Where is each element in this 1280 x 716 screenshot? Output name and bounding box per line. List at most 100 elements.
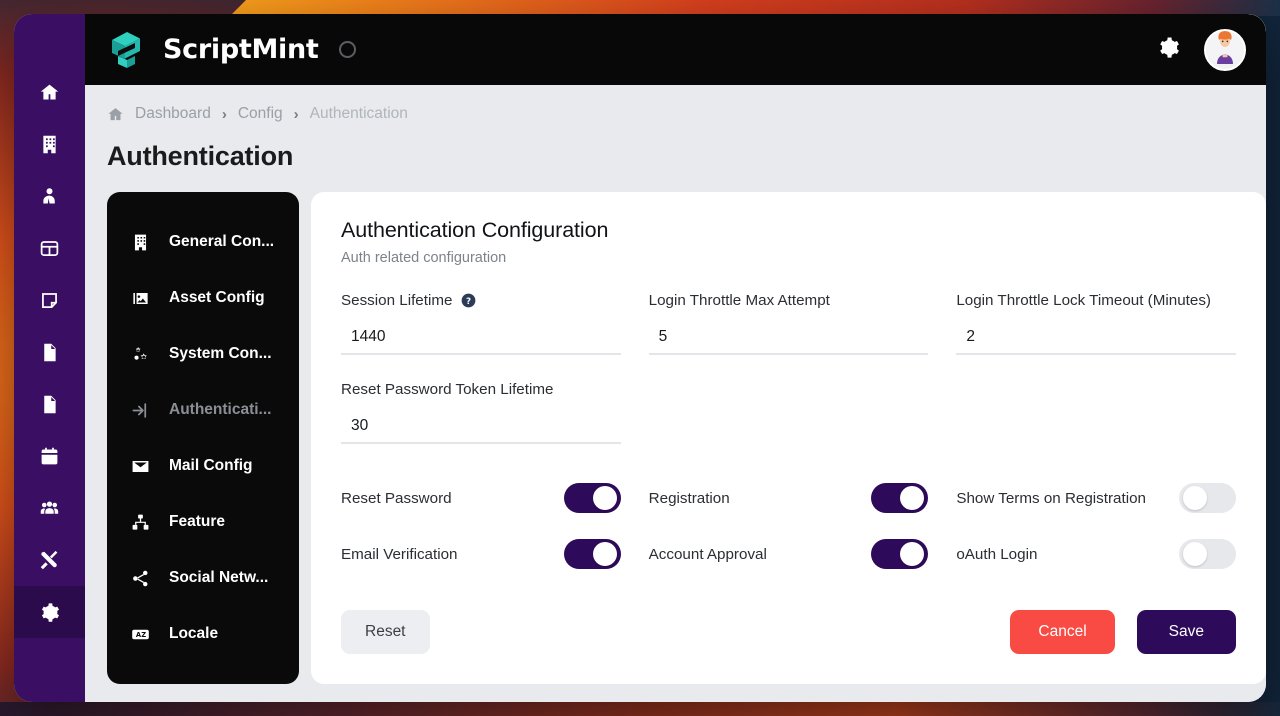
field-label: Login Throttle Lock Timeout (Minutes) <box>956 292 1211 309</box>
toggle-oauth-login[interactable] <box>1178 539 1236 569</box>
config-submenu: General Con... Asset Config System Con..… <box>107 192 299 684</box>
header-settings-button[interactable] <box>1157 36 1180 64</box>
user-tie-icon <box>39 186 60 207</box>
submenu-item-label: Locale <box>169 625 219 642</box>
primary-nav-rail <box>14 14 85 702</box>
rail-item-documents[interactable] <box>14 378 85 430</box>
field-label-group: Login Throttle Lock Timeout (Minutes) <box>956 292 1236 309</box>
submenu-item-locale[interactable]: AZ Locale <box>107 606 299 662</box>
toggle-row-registration: Registration <box>649 470 929 526</box>
submenu-item-authentication[interactable]: Authenticati... <box>107 382 299 438</box>
brand-name: ScriptMint <box>163 34 319 65</box>
users-icon <box>39 498 60 519</box>
submenu-item-label: System Con... <box>169 345 272 362</box>
rail-item-board[interactable] <box>14 222 85 274</box>
rail-item-organization[interactable] <box>14 118 85 170</box>
toggle-knob <box>1182 542 1207 566</box>
toggle-knob <box>592 486 617 510</box>
sitemap-icon <box>129 513 151 532</box>
sign-in-icon <box>129 401 151 420</box>
toggle-row-email-verification: Email Verification <box>341 526 621 582</box>
rail-item-notes[interactable] <box>14 274 85 326</box>
login-throttle-max-attempt-input[interactable] <box>648 321 929 355</box>
page-content: Dashboard › Config › Authentication Auth… <box>85 85 1266 702</box>
card-actions: Reset Cancel Save <box>341 610 1236 654</box>
login-throttle-lock-timeout-input[interactable] <box>956 321 1236 355</box>
table-icon <box>39 238 60 259</box>
field-login-throttle-max-attempt: Login Throttle Max Attempt <box>648 292 929 355</box>
submenu-item-label: Feature <box>169 513 225 530</box>
breadcrumb: Dashboard › Config › Authentication <box>107 103 1266 125</box>
envelope-icon <box>129 457 151 476</box>
submenu-item-general-config[interactable]: General Con... <box>107 214 299 270</box>
building-icon <box>129 233 151 252</box>
toggle-knob <box>1182 486 1207 510</box>
submenu-item-feature[interactable]: Feature <box>107 494 299 550</box>
rail-item-invoices[interactable] <box>14 326 85 378</box>
main-pane: ScriptMint Dashboard › Config › Authenti… <box>85 14 1266 702</box>
calendar-icon <box>39 446 60 467</box>
file-invoice-icon <box>39 394 60 415</box>
breadcrumb-separator: › <box>221 105 227 123</box>
fields-row-1: Session Lifetime ? Login Throttle Max At… <box>341 292 1236 355</box>
rail-item-home[interactable] <box>14 66 85 118</box>
submenu-item-system-config[interactable]: System Con... <box>107 326 299 382</box>
brand-logo-group[interactable]: ScriptMint <box>103 27 319 73</box>
field-label-group: Reset Password Token Lifetime <box>341 381 621 398</box>
cancel-button[interactable]: Cancel <box>1010 610 1115 654</box>
breadcrumb-item-config[interactable]: Config <box>238 105 283 123</box>
card-subheading: Auth related configuration <box>341 250 507 266</box>
reset-button[interactable]: Reset <box>341 610 430 654</box>
toggle-registration[interactable] <box>871 483 929 513</box>
toggle-show-terms-on-registration[interactable] <box>1178 483 1236 513</box>
toggle-row-reset-password: Reset Password <box>341 470 621 526</box>
breadcrumb-item-authentication[interactable]: Authentication <box>310 105 408 123</box>
card-heading: Authentication Configuration <box>341 218 609 242</box>
submenu-item-label: Mail Config <box>169 457 253 474</box>
rail-item-tools[interactable] <box>14 534 85 586</box>
toggle-reset-password[interactable] <box>563 483 621 513</box>
auth-config-card: Authentication Configuration Auth relate… <box>311 192 1266 684</box>
submenu-item-label: Asset Config <box>169 289 265 306</box>
rail-item-settings[interactable] <box>14 586 85 638</box>
toggle-label: Account Approval <box>648 545 767 563</box>
toggle-account-approval[interactable] <box>871 539 929 569</box>
field-reset-password-token-lifetime: Reset Password Token Lifetime <box>341 381 621 444</box>
rail-item-calendar[interactable] <box>14 430 85 482</box>
sticky-note-icon <box>39 290 60 311</box>
field-login-throttle-lock-timeout: Login Throttle Lock Timeout (Minutes) <box>956 292 1236 355</box>
fields-row-2: Reset Password Token Lifetime <box>341 381 1236 444</box>
toggle-knob <box>592 542 617 566</box>
field-label-group: Session Lifetime ? <box>341 292 621 309</box>
submenu-item-mail-config[interactable]: Mail Config <box>107 438 299 494</box>
field-label: Session Lifetime <box>341 292 453 309</box>
svg-text:?: ? <box>466 297 471 307</box>
session-lifetime-input[interactable] <box>341 321 621 355</box>
submenu-item-asset-config[interactable]: Asset Config <box>107 270 299 326</box>
tools-icon <box>39 550 60 571</box>
reset-password-token-lifetime-input[interactable] <box>341 410 621 444</box>
submenu-item-label: Authenticati... <box>169 401 272 418</box>
top-header-bar: ScriptMint <box>85 14 1266 85</box>
grid-filler <box>956 381 1236 444</box>
field-session-lifetime: Session Lifetime ? <box>341 292 621 355</box>
submenu-item-social-network[interactable]: Social Netw... <box>107 550 299 606</box>
file-signature-icon <box>39 342 60 363</box>
question-circle-icon[interactable]: ? <box>461 293 476 308</box>
toggle-email-verification[interactable] <box>563 539 621 569</box>
page-title: Authentication <box>107 141 294 171</box>
save-button[interactable]: Save <box>1136 610 1236 654</box>
gear-icon <box>39 602 60 623</box>
image-icon <box>129 289 151 308</box>
rail-item-employees[interactable] <box>14 170 85 222</box>
submenu-item-label: General Con... <box>169 233 275 250</box>
avatar[interactable] <box>1204 28 1246 71</box>
user-avatar-icon <box>1206 30 1244 69</box>
breadcrumb-separator: › <box>293 105 299 123</box>
status-ring-icon[interactable] <box>338 41 356 58</box>
breadcrumb-item-dashboard[interactable]: Dashboard <box>135 105 211 123</box>
toggle-label: Registration <box>648 489 730 507</box>
rail-item-teams[interactable] <box>14 482 85 534</box>
field-label: Login Throttle Max Attempt <box>648 292 830 309</box>
svg-text:Z: Z <box>141 630 146 638</box>
